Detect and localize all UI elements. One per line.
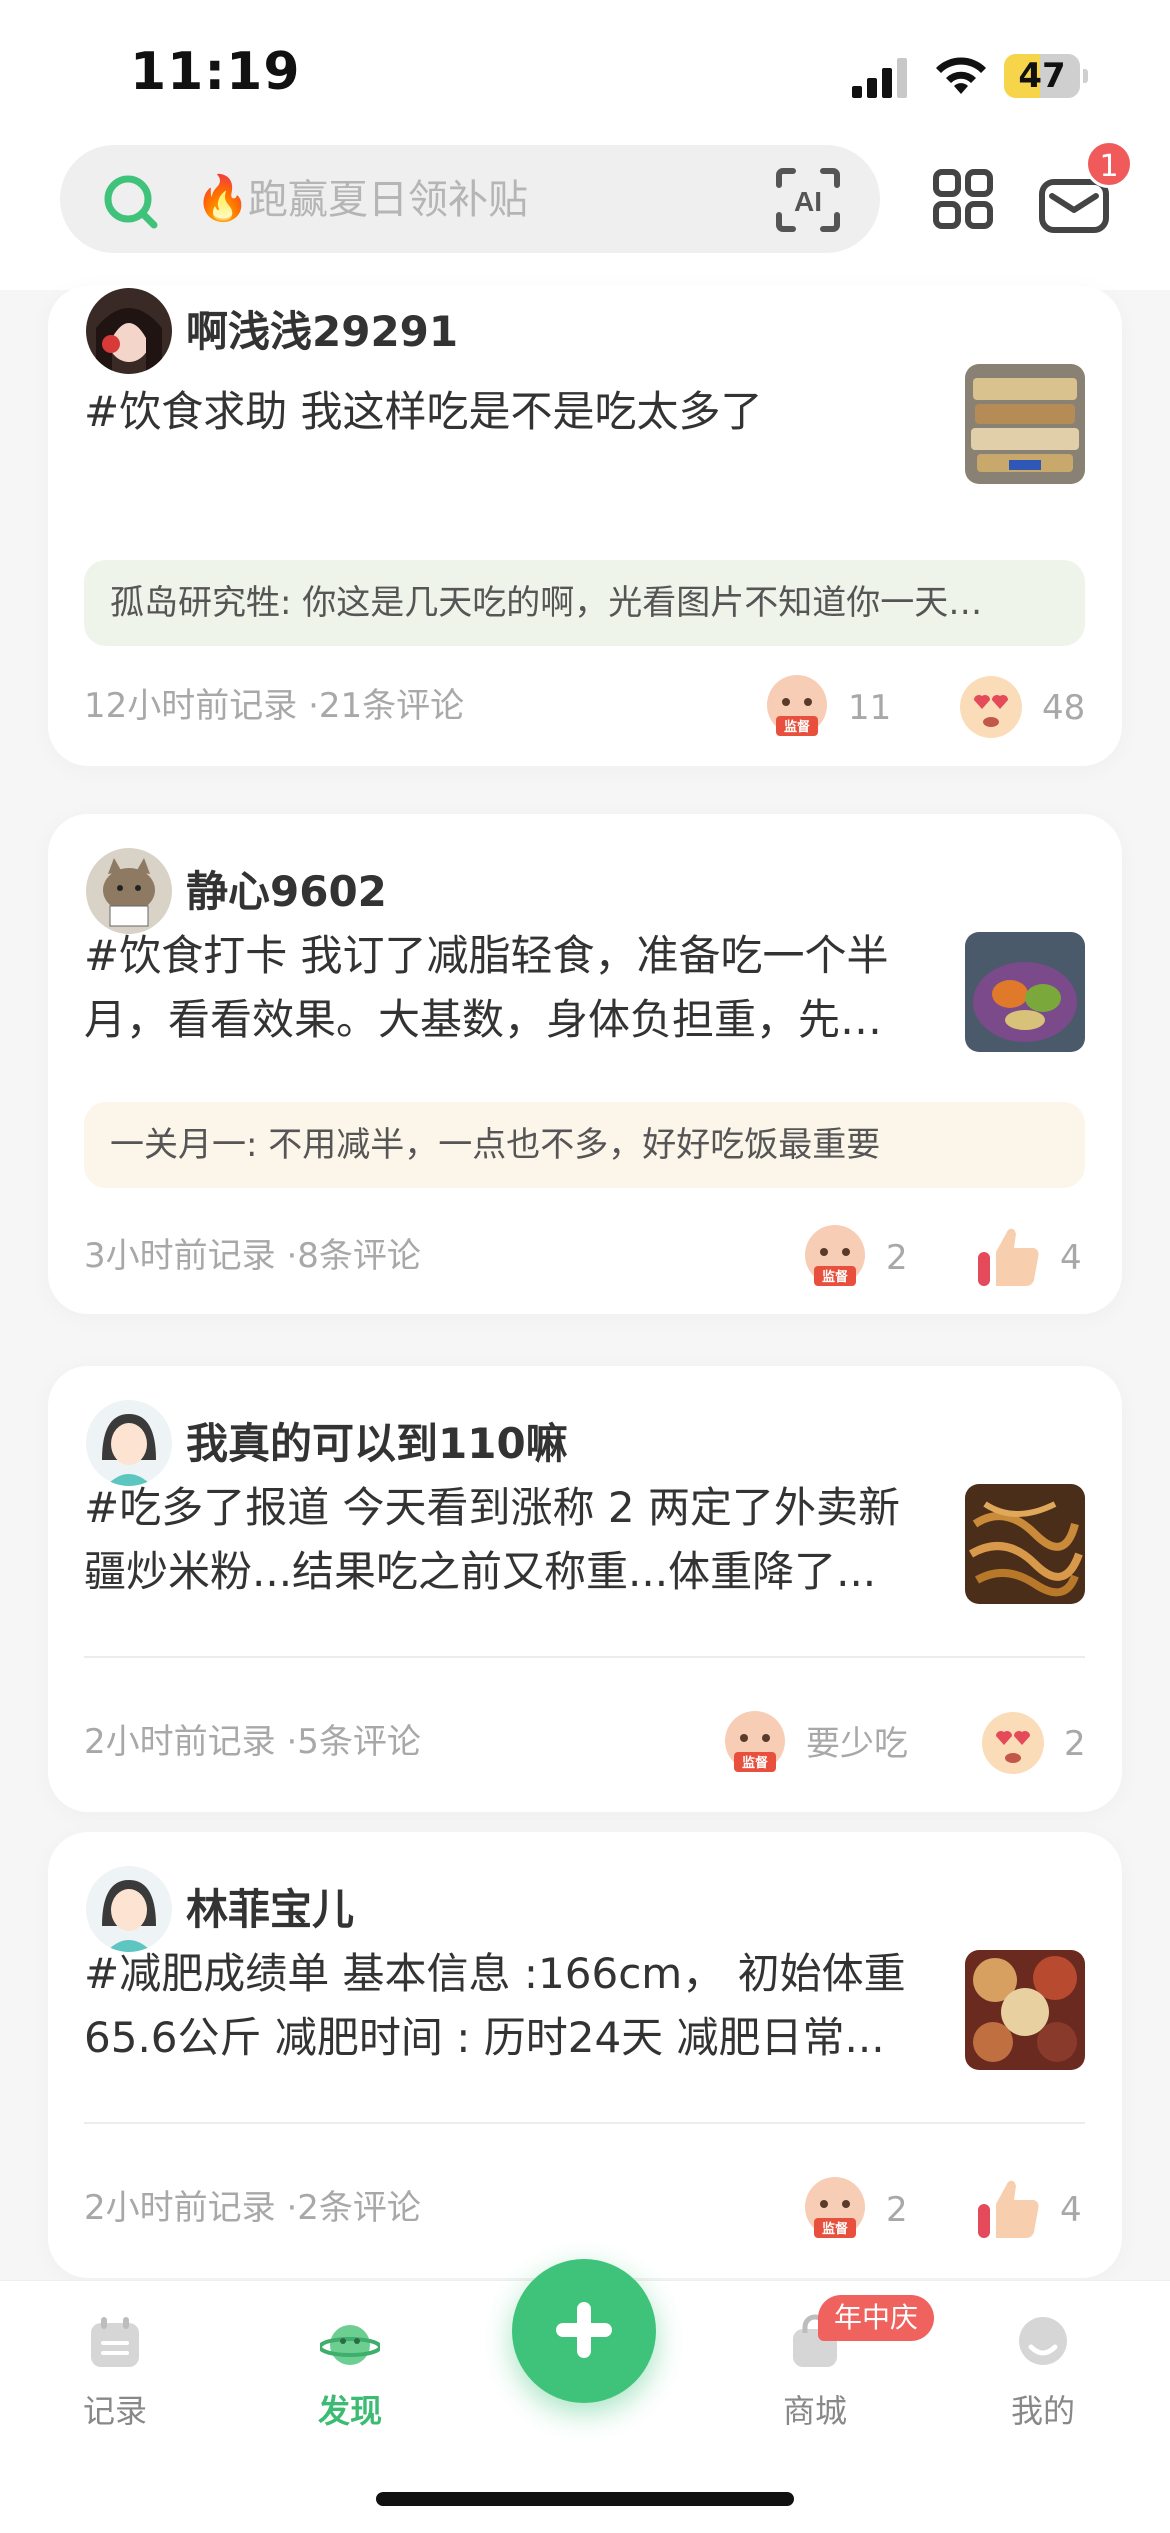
thumbs-up-icon	[978, 1228, 1039, 1286]
supervise-button[interactable]: 监督 要少吃	[720, 1708, 920, 1780]
tab-label: 商城	[782, 2392, 847, 2430]
like-button[interactable]: 48	[956, 672, 1096, 744]
post-text[interactable]: #减肥成绩单 基本信息 :166cm， 初始体重65.6公斤 减肥时间 : 历时…	[84, 1942, 934, 2070]
reaction-count: 48	[1042, 688, 1086, 728]
supervise-face-icon: 监督	[805, 1225, 865, 1286]
avatar[interactable]	[86, 1400, 172, 1486]
tab-label: 发现	[317, 2392, 382, 2430]
post-meta: 2小时前记录 ·5条评论	[84, 1722, 421, 1762]
reaction-count: 2	[1064, 1724, 1086, 1764]
svg-text:监督: 监督	[822, 2221, 848, 2237]
avatar[interactable]	[86, 288, 172, 374]
battery-percent: 47	[1018, 56, 1066, 96]
wifi-icon	[936, 57, 986, 94]
like-button[interactable]: 2	[978, 1708, 1088, 1780]
svg-text:AI: AI	[794, 186, 822, 217]
supervise-count: 要少吃	[806, 1724, 908, 1764]
supervise-button[interactable]: 监督 2	[800, 2174, 910, 2246]
username[interactable]: 我真的可以到110嘛	[186, 1418, 568, 1470]
supervise-count: 11	[848, 688, 892, 728]
reaction-count: 4	[1060, 2190, 1082, 2230]
search-placeholder: 跑赢夏日领补贴	[248, 177, 528, 223]
ai-scan-icon[interactable]: AI	[775, 167, 841, 233]
supervise-count: 2	[886, 2190, 908, 2230]
cellular-signal-icon	[852, 58, 907, 98]
tab-record[interactable]: 记录	[40, 2301, 190, 2441]
tab-label: 记录	[82, 2392, 147, 2430]
top-comment[interactable]: 孤岛研究牲: 你这是几天吃的啊，光看图片不知道你一天…	[84, 560, 1085, 646]
home-indicator	[376, 2492, 794, 2506]
post-text[interactable]: #吃多了报道 今天看到涨称 2 两定了外卖新疆炒米粉...结果吃之前又称重...…	[84, 1476, 934, 1604]
post-meta: 2小时前记录 ·2条评论	[84, 2188, 421, 2228]
heart-eyes-icon	[960, 676, 1022, 738]
supervise-button[interactable]: 监督 11	[762, 672, 892, 744]
top-header: 🔥 跑赢夏日领补贴 AI 1	[0, 140, 1170, 290]
svg-text:监督: 监督	[822, 1269, 848, 1285]
supervise-count: 2	[886, 1238, 908, 1278]
mail-badge: 1	[1085, 140, 1133, 188]
svg-text:监督: 监督	[784, 719, 810, 735]
planet-icon	[320, 2325, 380, 2365]
supervise-button[interactable]: 监督 2	[800, 1222, 910, 1294]
tab-discover[interactable]: 发现	[275, 2301, 425, 2441]
tab-label: 我的	[1010, 2392, 1075, 2430]
status-time: 11:19	[130, 42, 301, 102]
divider	[84, 1656, 1085, 1658]
post-thumbnail[interactable]	[965, 1484, 1085, 1604]
post-card[interactable]: 啊浅浅29291 #饮食求助 我这样吃是不是吃太多了 孤岛研究牲: 你这是几天吃…	[48, 286, 1122, 766]
post-text[interactable]: #饮食打卡 我订了减脂轻食，准备吃一个半月，看看效果。大基数，身体负担重，先…	[84, 924, 934, 1052]
post-card[interactable]: 我真的可以到110嘛 #吃多了报道 今天看到涨称 2 两定了外卖新疆炒米粉...…	[48, 1366, 1122, 1812]
heart-eyes-icon	[982, 1712, 1044, 1774]
search-icon	[104, 175, 158, 229]
username[interactable]: 静心9602	[186, 866, 387, 918]
thumbs-up-icon	[978, 2180, 1039, 2238]
username[interactable]: 啊浅浅29291	[186, 306, 458, 358]
battery-icon: 47	[1004, 54, 1088, 98]
post-thumbnail[interactable]	[965, 932, 1085, 1052]
like-button[interactable]: 4	[974, 2174, 1084, 2246]
divider	[84, 2122, 1085, 2124]
add-record-button[interactable]	[512, 2259, 656, 2403]
username[interactable]: 林菲宝儿	[186, 1884, 354, 1936]
post-thumbnail[interactable]	[965, 1950, 1085, 2070]
like-button[interactable]: 4	[974, 1222, 1084, 1294]
profile-icon	[1019, 2317, 1067, 2365]
search-bar[interactable]: 🔥 跑赢夏日领补贴 AI	[60, 145, 880, 253]
post-meta: 3小时前记录 ·8条评论	[84, 1236, 421, 1276]
post-card[interactable]: 静心9602 #饮食打卡 我订了减脂轻食，准备吃一个半月，看看效果。大基数，身体…	[48, 814, 1122, 1314]
svg-text:监督: 监督	[742, 1755, 768, 1771]
top-comment[interactable]: 一关月一: 不用减半，一点也不多，好好吃饭最重要	[84, 1102, 1085, 1188]
grid-menu-icon[interactable]	[932, 168, 994, 230]
post-thumbnail[interactable]	[965, 364, 1085, 484]
status-bar: 11:19 47	[0, 0, 1170, 140]
shop-promo-badge: 年中庆	[818, 2295, 935, 2341]
tab-profile[interactable]: 我的	[968, 2301, 1118, 2441]
supervise-face-icon: 监督	[725, 1711, 785, 1772]
supervise-face-icon: 监督	[767, 675, 827, 736]
avatar[interactable]	[86, 1866, 172, 1952]
post-card[interactable]: 林菲宝儿 #减肥成绩单 基本信息 :166cm， 初始体重65.6公斤 减肥时间…	[48, 1832, 1122, 2278]
reaction-count: 4	[1060, 1238, 1082, 1278]
fire-icon: 🔥	[195, 173, 250, 224]
avatar[interactable]	[86, 848, 172, 934]
post-meta: 12小时前记录 ·21条评论	[84, 686, 465, 726]
post-text[interactable]: #饮食求助 我这样吃是不是吃太多了	[84, 380, 934, 444]
supervise-face-icon: 监督	[805, 2177, 865, 2238]
calendar-icon	[91, 2317, 139, 2367]
